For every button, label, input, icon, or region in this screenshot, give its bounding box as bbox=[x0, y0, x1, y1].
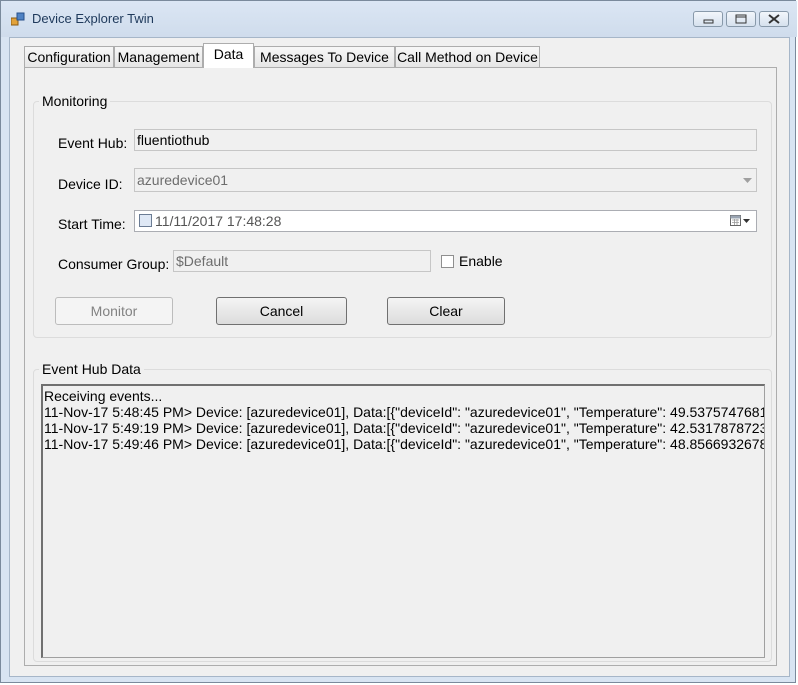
clear-button[interactable]: Clear bbox=[387, 297, 505, 325]
maximize-icon bbox=[735, 14, 747, 24]
title-bar[interactable]: Device Explorer Twin bbox=[1, 1, 797, 37]
tab-configuration[interactable]: Configuration bbox=[24, 46, 114, 67]
monitoring-group: Monitoring Event Hub: fluentiothub Devic… bbox=[33, 93, 772, 338]
close-icon bbox=[768, 14, 780, 24]
app-icon bbox=[11, 12, 25, 26]
event-hub-field[interactable]: fluentiothub bbox=[134, 129, 757, 151]
monitor-button[interactable]: Monitor bbox=[55, 297, 173, 325]
cancel-button[interactable]: Cancel bbox=[216, 297, 347, 325]
tab-management[interactable]: Management bbox=[114, 46, 203, 67]
app-window: Device Explorer Twin Configuration Manag… bbox=[0, 0, 797, 683]
log-line: 11-Nov-17 5:49:46 PM> Device: [azuredevi… bbox=[44, 436, 765, 452]
monitoring-group-title: Monitoring bbox=[39, 93, 111, 109]
minimize-icon bbox=[703, 19, 714, 24]
window-client-area: Configuration Management Data Messages T… bbox=[9, 37, 790, 677]
close-button[interactable] bbox=[759, 11, 789, 27]
tab-call-method-on-device[interactable]: Call Method on Device bbox=[395, 46, 540, 67]
consumer-group-field[interactable]: $Default bbox=[173, 250, 431, 272]
event-hub-label: Event Hub: bbox=[58, 135, 128, 151]
window-title: Device Explorer Twin bbox=[32, 11, 154, 26]
start-time-label: Start Time: bbox=[58, 216, 126, 232]
device-id-label: Device ID: bbox=[58, 176, 123, 192]
start-time-checkbox[interactable] bbox=[139, 214, 152, 227]
log-line: Receiving events... bbox=[44, 388, 163, 404]
calendar-icon[interactable] bbox=[730, 215, 752, 227]
event-hub-data-group-title: Event Hub Data bbox=[39, 361, 144, 377]
log-line: 11-Nov-17 5:49:19 PM> Device: [azuredevi… bbox=[44, 420, 765, 436]
maximize-button[interactable] bbox=[726, 11, 756, 27]
device-id-dropdown[interactable]: azuredevice01 bbox=[134, 168, 757, 192]
minimize-button[interactable] bbox=[693, 11, 723, 27]
tab-messages-to-device[interactable]: Messages To Device bbox=[254, 46, 395, 67]
start-time-picker[interactable]: 11/11/2017 17:48:28 bbox=[134, 210, 757, 232]
chevron-down-icon bbox=[743, 178, 752, 183]
log-line: 11-Nov-17 5:48:45 PM> Device: [azuredevi… bbox=[44, 404, 765, 420]
event-log-textbox[interactable]: Receiving events... 11-Nov-17 5:48:45 PM… bbox=[41, 384, 765, 658]
data-tab-page: Monitoring Event Hub: fluentiothub Devic… bbox=[24, 67, 777, 666]
tab-data[interactable]: Data bbox=[203, 43, 254, 68]
event-hub-data-group: Event Hub Data Receiving events... 11-No… bbox=[33, 361, 772, 662]
enable-checkbox[interactable] bbox=[441, 255, 454, 268]
enable-label: Enable bbox=[459, 253, 503, 269]
consumer-group-label: Consumer Group: bbox=[58, 256, 170, 272]
